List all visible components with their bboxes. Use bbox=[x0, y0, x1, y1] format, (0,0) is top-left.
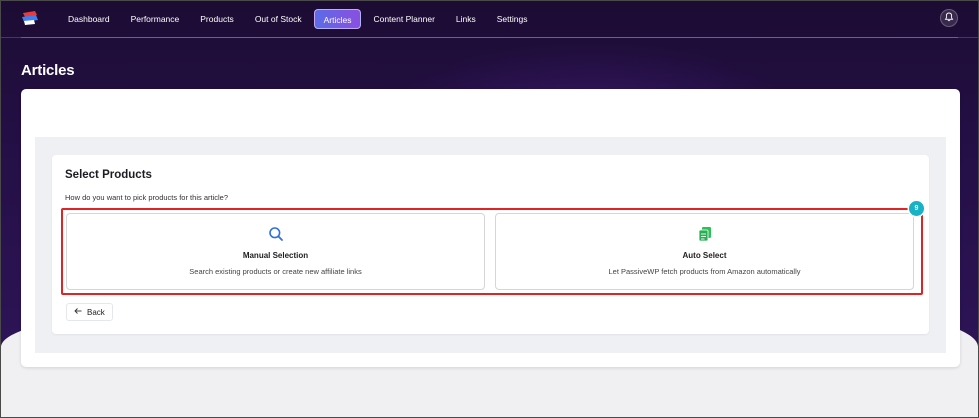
select-products-card: Select Products How do you want to pick … bbox=[52, 155, 929, 334]
manual-selection-title: Manual Selection bbox=[242, 251, 309, 260]
auto-select-title: Auto Select bbox=[682, 251, 727, 260]
content-panel: Select Products How do you want to pick … bbox=[35, 137, 946, 353]
nav-item-out-of-stock[interactable]: Out of Stock bbox=[246, 9, 311, 29]
arrow-left-icon bbox=[74, 307, 82, 317]
nav-divider bbox=[21, 37, 958, 38]
main-card: Select Products How do you want to pick … bbox=[21, 89, 960, 367]
notifications-button[interactable] bbox=[940, 9, 958, 27]
nav-item-products[interactable]: Products bbox=[191, 9, 243, 29]
back-button[interactable]: Back bbox=[66, 303, 113, 321]
options-highlight: Manual Selection Search existing product… bbox=[61, 208, 923, 295]
page-title: Articles bbox=[21, 62, 75, 79]
app-window: Dashboard Performance Products Out of St… bbox=[0, 0, 979, 418]
nav-item-performance[interactable]: Performance bbox=[122, 9, 189, 29]
nav-item-settings[interactable]: Settings bbox=[488, 9, 537, 29]
manual-selection-option[interactable]: Manual Selection Search existing product… bbox=[66, 213, 485, 290]
app-logo-icon[interactable] bbox=[21, 10, 39, 26]
step-number-badge: 9 bbox=[909, 201, 924, 216]
nav-item-links[interactable]: Links bbox=[447, 9, 485, 29]
section-title: Select Products bbox=[65, 169, 152, 181]
nav-menu: Dashboard Performance Products Out of St… bbox=[59, 9, 539, 29]
auto-select-description: Let PassiveWP fetch products from Amazon… bbox=[608, 267, 801, 276]
nav-item-dashboard[interactable]: Dashboard bbox=[59, 9, 119, 29]
documents-icon bbox=[697, 226, 713, 242]
nav-item-articles[interactable]: Articles bbox=[313, 9, 362, 29]
manual-selection-description: Search existing products or create new a… bbox=[189, 267, 362, 276]
bell-icon bbox=[944, 9, 954, 27]
auto-select-option[interactable]: Auto Select Let PassiveWP fetch products… bbox=[495, 213, 914, 290]
search-icon bbox=[268, 226, 284, 242]
nav-item-content-planner[interactable]: Content Planner bbox=[364, 9, 443, 29]
top-nav: Dashboard Performance Products Out of St… bbox=[1, 1, 978, 38]
section-question: How do you want to pick products for thi… bbox=[65, 193, 228, 202]
back-button-label: Back bbox=[87, 307, 105, 317]
